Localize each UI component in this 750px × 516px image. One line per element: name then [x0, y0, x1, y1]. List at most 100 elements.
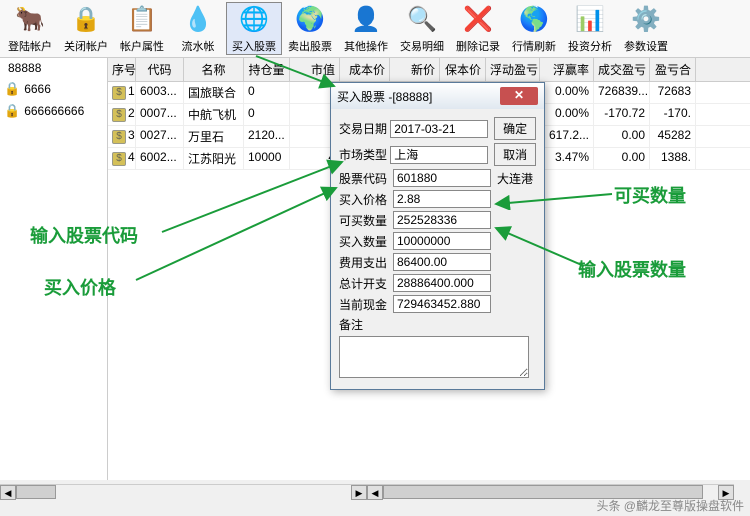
- toolbar-icon: 🐂: [14, 4, 46, 36]
- cell: 江苏阳光: [184, 148, 244, 169]
- market-select[interactable]: [390, 146, 488, 164]
- toolbar-行情刷新[interactable]: 🌎行情刷新: [506, 2, 562, 55]
- cell: 0: [244, 82, 290, 103]
- close-icon[interactable]: ✕: [500, 87, 538, 105]
- notes-label: 备注: [339, 316, 393, 333]
- canbuy-qty-input[interactable]: [393, 211, 491, 229]
- cell: 0007...: [136, 104, 184, 125]
- toolbar-icon: 📊: [574, 4, 606, 36]
- cell: 0.00: [594, 126, 650, 147]
- column-header[interactable]: 成交盈亏: [594, 58, 650, 81]
- toolbar-流水帐[interactable]: 💧流水帐: [170, 2, 226, 55]
- toolbar-icon: 🔍: [406, 4, 438, 36]
- column-header[interactable]: 成本价: [340, 58, 390, 81]
- fee-input[interactable]: [393, 253, 491, 271]
- account-name: 88888: [8, 61, 41, 75]
- toolbar-关闭帐户[interactable]: 🔒 关闭帐户: [58, 2, 114, 55]
- toolbar-icon: ❌: [462, 4, 494, 36]
- toolbar-交易明细[interactable]: 🔍 交易明细: [394, 2, 450, 55]
- toolbar-卖出股票[interactable]: 🌍卖出股票: [282, 2, 338, 55]
- watermark: 头条 @麟龙至尊版操盘软件: [596, 497, 744, 514]
- market-label: 市场类型: [339, 146, 390, 163]
- cell: 3.47%: [540, 148, 594, 169]
- toolbar-label: 卖出股票: [288, 38, 332, 54]
- buy-qty-input[interactable]: [393, 232, 491, 250]
- toolbar-label: 登陆帐户: [8, 38, 52, 54]
- lock-icon: 🔒: [4, 103, 20, 119]
- toolbar-label: 帐户属性: [120, 38, 164, 54]
- scroll-thumb-left[interactable]: [16, 485, 56, 499]
- toolbar-登陆帐户[interactable]: 🐂 登陆帐户: [2, 2, 58, 55]
- qty-label: 买入数量: [339, 233, 393, 250]
- cell: 617.2...: [540, 126, 594, 147]
- toolbar-icon: 🌎: [518, 4, 550, 36]
- toolbar-icon: 🔒: [70, 4, 102, 36]
- scroll-right-icon[interactable]: ▶: [351, 485, 367, 500]
- main-toolbar: 🐂 登陆帐户 🔒 关闭帐户 📋 帐户属性 💧流水帐 🌐 买入股票 🌍卖出股票👤其他操作 🔍 交易明细 ❌…: [0, 0, 750, 58]
- account-name: 6666: [24, 82, 51, 96]
- column-header[interactable]: 盈亏合: [650, 58, 696, 81]
- column-header[interactable]: 浮动盈亏: [486, 58, 540, 81]
- account-item[interactable]: 🔒666666666: [0, 100, 107, 122]
- toolbar-帐户属性[interactable]: 📋 帐户属性: [114, 2, 170, 55]
- stock-code-input[interactable]: [393, 169, 491, 187]
- account-item[interactable]: 88888: [0, 58, 107, 78]
- cell: 0.00%: [540, 104, 594, 125]
- cell: 中航飞机: [184, 104, 244, 125]
- cell: 6003...: [136, 82, 184, 103]
- stock-name: 大连港: [497, 170, 533, 187]
- cell: 72683: [650, 82, 696, 103]
- column-header[interactable]: 新价: [390, 58, 440, 81]
- buy-stock-dialog: 买入股票 -[88888] ✕ 交易日期 确定 市场类型 取消 股票代码 大连港 买入…: [330, 82, 545, 390]
- account-sidebar: 88888 🔒 6666 🔒666666666: [0, 58, 108, 480]
- column-header[interactable]: 名称: [184, 58, 244, 81]
- toolbar-投资分析[interactable]: 📊 投资分析: [562, 2, 618, 55]
- cell: 国旅联合: [184, 82, 244, 103]
- trade-date-input[interactable]: [390, 120, 488, 138]
- dialog-titlebar[interactable]: 买入股票 -[88888] ✕: [331, 83, 544, 109]
- lock-icon: 🔒: [4, 81, 20, 97]
- date-label: 交易日期: [339, 120, 390, 137]
- toolbar-买入股票[interactable]: 🌐 买入股票: [226, 2, 282, 55]
- dollar-icon: $: [112, 86, 126, 100]
- dialog-title: 买入股票 -[88888]: [337, 88, 432, 105]
- total-label: 总计开支: [339, 275, 393, 292]
- toolbar-label: 买入股票: [232, 38, 276, 54]
- toolbar-删除记录[interactable]: ❌删除记录: [450, 2, 506, 55]
- total-input[interactable]: [393, 274, 491, 292]
- cancel-button[interactable]: 取消: [494, 143, 536, 166]
- column-header[interactable]: 浮赢率: [540, 58, 594, 81]
- cell: 2120...: [244, 126, 290, 147]
- column-header[interactable]: 序号: [108, 58, 136, 81]
- toolbar-label: 交易明细: [400, 38, 444, 54]
- cell: -170.72: [594, 104, 650, 125]
- cash-input[interactable]: [393, 295, 491, 313]
- cell: $4: [108, 148, 136, 169]
- toolbar-icon: 💧: [182, 4, 214, 36]
- cash-label: 当前现金: [339, 296, 393, 313]
- code-label: 股票代码: [339, 170, 393, 187]
- dollar-icon: $: [112, 130, 126, 144]
- column-header[interactable]: 市值: [290, 58, 340, 81]
- toolbar-参数设置[interactable]: ⚙️参数设置: [618, 2, 674, 55]
- cell: $1: [108, 82, 136, 103]
- toolbar-其他操作[interactable]: 👤其他操作: [338, 2, 394, 55]
- scroll-left2-icon[interactable]: ◀: [367, 485, 383, 500]
- cell: 1388.: [650, 148, 696, 169]
- column-header[interactable]: 持仓量: [244, 58, 290, 81]
- cell: 0.00%: [540, 82, 594, 103]
- column-header[interactable]: 保本价: [440, 58, 486, 81]
- cell: -170.: [650, 104, 696, 125]
- toolbar-label: 关闭帐户: [64, 38, 108, 54]
- toolbar-label: 投资分析: [568, 38, 612, 54]
- account-item[interactable]: 🔒 6666: [0, 78, 107, 100]
- cell: 6002...: [136, 148, 184, 169]
- toolbar-icon: 📋: [126, 4, 158, 36]
- scroll-left-icon[interactable]: ◀: [0, 485, 16, 500]
- buy-price-input[interactable]: [393, 190, 491, 208]
- column-header[interactable]: 代码: [136, 58, 184, 81]
- ok-button[interactable]: 确定: [494, 117, 536, 140]
- toolbar-icon: 🌐: [238, 4, 270, 36]
- fee-label: 费用支出: [339, 254, 393, 271]
- notes-textarea[interactable]: [339, 336, 529, 378]
